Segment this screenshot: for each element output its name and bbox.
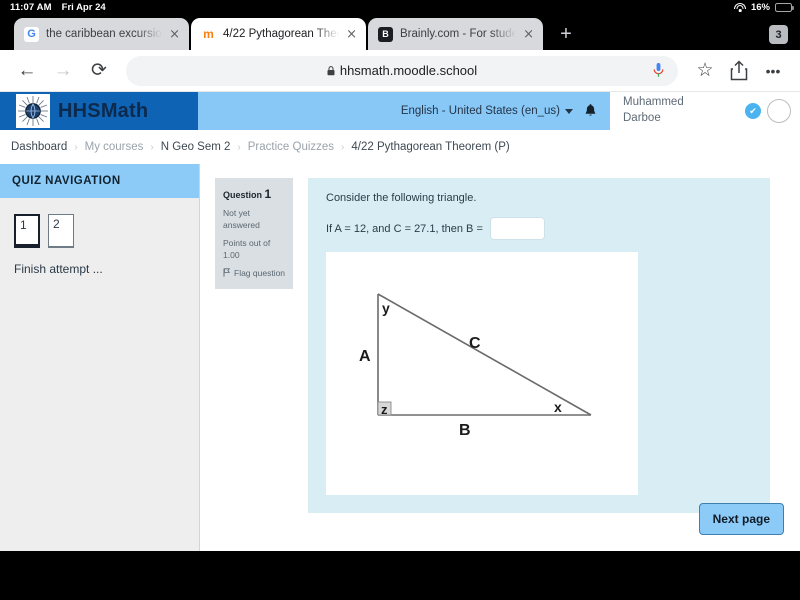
google-icon: G [24, 27, 39, 42]
svg-text:z: z [381, 402, 388, 417]
finish-attempt-link[interactable]: Finish attempt ... [0, 248, 199, 276]
sunburst-globe-logo [16, 94, 50, 128]
url-text: hhsmath.moodle.school [340, 63, 477, 78]
site-brand-name: HHSMath [58, 100, 148, 123]
question-body: Consider the following triangle. If A = … [308, 178, 770, 513]
microphone-icon[interactable] [653, 63, 664, 78]
moodle-icon: m [201, 27, 216, 42]
check-badge-icon: ✔ [745, 103, 761, 119]
breadcrumb-separator-icon: › [74, 142, 77, 153]
breadcrumb-item-practice-quizzes[interactable]: Practice Quizzes [248, 141, 334, 153]
flag-icon [223, 268, 230, 277]
brainly-icon: B [378, 27, 393, 42]
svg-text:C: C [469, 335, 481, 352]
question-info-panel: Question 1 Not yet answered Points out o… [215, 178, 293, 289]
language-selector[interactable]: English - United States (en_us) [401, 105, 573, 117]
user-menu[interactable]: Muhammed Darboe ✔ [610, 92, 800, 130]
browser-tab-active[interactable]: m 4/22 Pythagorean Theore × [191, 18, 366, 50]
right-triangle-diagram: y z x A B C [326, 252, 638, 495]
question-info-title: Question 1 [223, 186, 286, 202]
svg-text:x: x [554, 399, 562, 415]
browser-tab[interactable]: G the caribbean excursion p × [14, 18, 189, 50]
brand-block[interactable]: HHSMath [0, 92, 198, 130]
tab-title: 4/22 Pythagorean Theore [223, 28, 339, 40]
quiz-navigation-sidebar: QUIZ NAVIGATION 1 2 Finish attempt ... [0, 164, 200, 551]
breadcrumb: Dashboard › My courses › N Geo Sem 2 › P… [0, 130, 800, 164]
moodle-page: HHSMath English - United States (en_us) … [0, 92, 800, 551]
question-label: Question [223, 190, 262, 200]
reload-button[interactable]: ⟳ [83, 55, 115, 87]
flag-question-label: Flag question [234, 268, 285, 279]
question-nav-2[interactable]: 2 [48, 214, 74, 248]
tab-close-icon[interactable]: × [169, 28, 180, 41]
forward-button[interactable]: → [47, 55, 79, 87]
ios-status-bar: 11:07 AM Fri Apr 24 16% [0, 0, 800, 14]
tab-close-icon[interactable]: × [523, 28, 534, 41]
breadcrumb-separator-icon: › [341, 142, 344, 153]
question-number-list: 1 2 [0, 198, 199, 248]
user-first-name: Muhammed [623, 95, 739, 111]
user-name: Muhammed Darboe [623, 95, 739, 126]
tab-close-icon[interactable]: × [346, 28, 357, 41]
share-icon[interactable] [723, 55, 755, 87]
answer-row: If A = 12, and C = 27.1, then B = [326, 217, 754, 240]
answer-input[interactable] [490, 217, 545, 240]
question-prompt: Consider the following triangle. [326, 192, 754, 204]
breadcrumb-item-dashboard[interactable]: Dashboard [11, 141, 67, 153]
svg-text:B: B [459, 422, 471, 439]
breadcrumb-item-quiz[interactable]: 4/22 Pythagorean Theorem (P) [351, 141, 509, 153]
wifi-icon [734, 3, 746, 12]
bookmark-star-icon[interactable]: ☆ [689, 55, 721, 87]
browser-tab-strip: G the caribbean excursion p × m 4/22 Pyt… [0, 14, 800, 50]
question-state: Not yet answered [223, 208, 286, 231]
quiz-navigation-heading: QUIZ NAVIGATION [0, 164, 199, 198]
lock-icon [327, 66, 335, 76]
quiz-main-content: Question 1 Not yet answered Points out o… [200, 164, 800, 551]
status-right-cluster: 16% [734, 2, 792, 13]
tab-count-badge[interactable]: 3 [769, 25, 788, 44]
browser-menu-icon[interactable]: ••• [757, 55, 789, 87]
bell-icon[interactable] [584, 104, 597, 119]
breadcrumb-item-my-courses[interactable]: My courses [85, 141, 144, 153]
breadcrumb-separator-icon: › [237, 142, 240, 153]
tab-title: Brainly.com - For students [400, 28, 516, 40]
battery-icon [775, 3, 792, 12]
svg-text:A: A [359, 348, 371, 365]
page-body: QUIZ NAVIGATION 1 2 Finish attempt ... Q… [0, 164, 800, 551]
user-last-name: Darboe [623, 111, 739, 127]
question-equation-text: If A = 12, and C = 27.1, then B = [326, 223, 483, 235]
status-time: 11:07 AM [10, 2, 52, 13]
new-tab-button[interactable]: + [549, 18, 583, 50]
browser-toolbar: ← → ⟳ hhsmath.moodle.school ☆ ••• [0, 50, 800, 92]
tab-title: the caribbean excursion p [46, 28, 162, 40]
svg-text:y: y [382, 300, 390, 316]
language-label: English - United States (en_us) [401, 105, 560, 117]
flag-question-link[interactable]: Flag question [223, 268, 286, 279]
site-header: HHSMath English - United States (en_us) … [0, 92, 800, 130]
breadcrumb-item-course[interactable]: N Geo Sem 2 [161, 141, 231, 153]
back-button[interactable]: ← [11, 55, 43, 87]
battery-percent: 16% [751, 2, 770, 13]
breadcrumb-separator-icon: › [150, 142, 153, 153]
next-page-button[interactable]: Next page [699, 503, 784, 535]
address-bar[interactable]: hhsmath.moodle.school [126, 56, 678, 86]
browser-tab[interactable]: B Brainly.com - For students × [368, 18, 543, 50]
avatar[interactable] [767, 99, 791, 123]
question-number: 1 [265, 187, 272, 201]
status-date: Fri Apr 24 [62, 2, 106, 13]
chevron-down-icon [565, 109, 573, 114]
toolbar-actions: ☆ ••• [689, 55, 789, 87]
question-points: Points out of 1.00 [223, 238, 286, 261]
header-right: English - United States (en_us) Muhammed… [401, 92, 800, 130]
question-nav-1[interactable]: 1 [14, 214, 40, 248]
